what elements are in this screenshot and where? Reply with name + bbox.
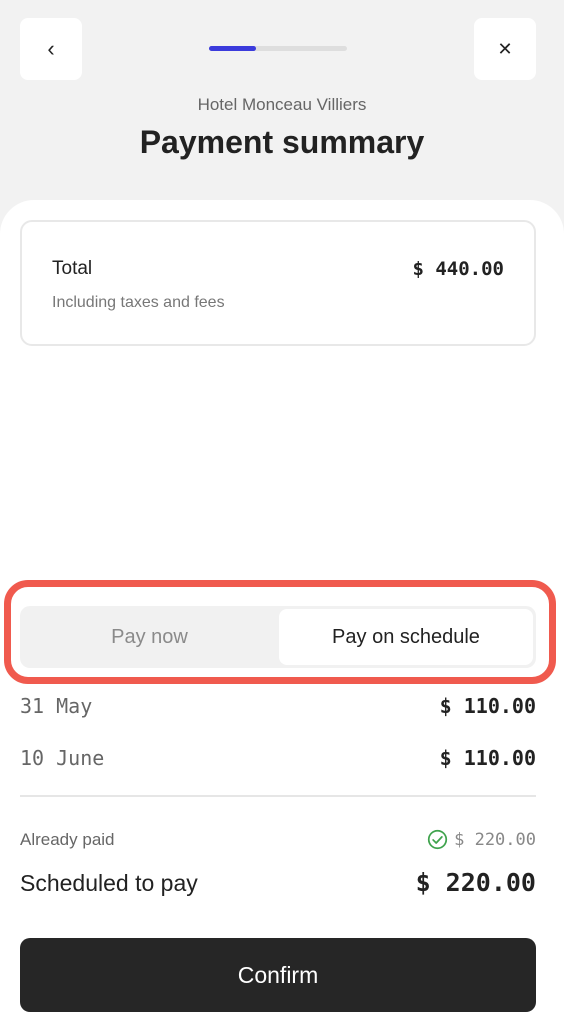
close-button[interactable]: ✕ [474, 18, 536, 80]
scheduled-to-pay-value: $ 220.00 [415, 868, 536, 897]
schedule-date: 10 June [20, 746, 105, 770]
pay-on-schedule-option[interactable]: Pay on schedule [279, 609, 533, 665]
schedule-row: 10 June $ 110.00 [20, 746, 536, 776]
pay-now-option[interactable]: Pay now [23, 609, 276, 665]
schedule-amount: $ 110.00 [439, 694, 536, 718]
progress-fill [209, 46, 256, 51]
chevron-left-icon: ‹ [47, 36, 55, 61]
payment-sheet: Total $ 440.00 Including taxes and fees … [0, 200, 564, 1036]
already-paid-value: $ 220.00 [427, 829, 536, 850]
progress-bar [209, 46, 347, 51]
check-circle-icon [427, 829, 448, 850]
page-title: Payment summary [139, 124, 425, 160]
confirm-button[interactable]: Confirm [20, 938, 536, 1012]
hotel-name: Hotel Monceau Villiers [197, 95, 367, 114]
payment-mode-toggle: Pay now Pay on schedule [20, 606, 536, 668]
total-subtitle: Including taxes and fees [52, 294, 225, 311]
back-button[interactable]: ‹ [20, 18, 82, 80]
header: ‹ ✕ Hotel Monceau Villiers Payment summa… [0, 0, 564, 230]
total-label: Total [52, 258, 93, 279]
scheduled-to-pay-label: Scheduled to pay [20, 870, 198, 896]
schedule-row: 31 May $ 110.00 [20, 694, 536, 724]
already-paid-amount: $ 220.00 [454, 829, 536, 850]
divider [20, 795, 536, 797]
already-paid-label: Already paid [20, 830, 115, 849]
schedule-amount: $ 110.00 [439, 746, 536, 770]
total-card: Total $ 440.00 Including taxes and fees [20, 220, 536, 346]
schedule-date: 31 May [20, 694, 93, 718]
close-icon: ✕ [497, 38, 513, 59]
total-value: $ 440.00 [412, 258, 504, 280]
